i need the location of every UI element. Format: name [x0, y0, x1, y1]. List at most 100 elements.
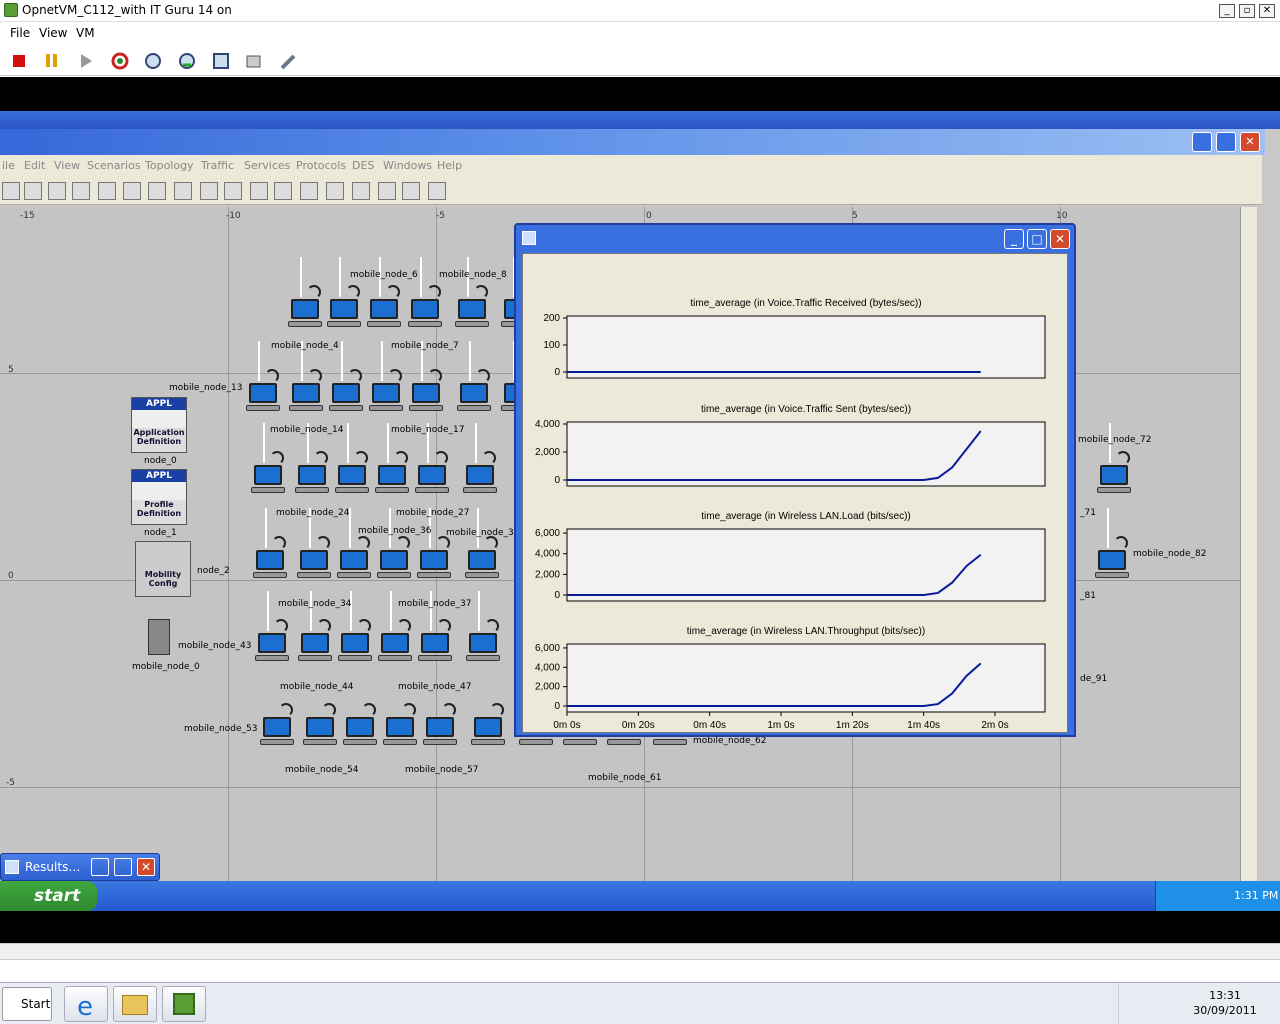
server-icon[interactable]: [148, 619, 170, 655]
mobile-node-icon[interactable]: [334, 423, 369, 493]
mobile-node-icon[interactable]: [422, 703, 457, 745]
info-icon[interactable]: [428, 182, 446, 200]
vne-icon[interactable]: [274, 182, 292, 200]
windows-start-button[interactable]: Start: [2, 987, 52, 1021]
menu-scenarios[interactable]: Scenarios: [87, 159, 141, 172]
menu-des[interactable]: DES: [352, 159, 374, 172]
revert-snapshot-icon[interactable]: [177, 51, 197, 71]
menu-file[interactable]: File: [10, 26, 30, 40]
profile-definition-node[interactable]: APPL Profile Definition: [131, 469, 187, 525]
mobile-node-icon[interactable]: [408, 341, 443, 411]
mobile-node-icon[interactable]: [377, 591, 412, 661]
maximize-button[interactable]: ▫: [1239, 4, 1255, 18]
mobile-node-icon[interactable]: [417, 591, 452, 661]
graph-close-button[interactable]: ✕: [1050, 229, 1070, 249]
mobile-node-icon[interactable]: [294, 423, 329, 493]
print-icon[interactable]: [72, 182, 90, 200]
pause-icon[interactable]: [42, 51, 62, 71]
traffic-light-icon[interactable]: [300, 182, 318, 200]
opnet-minimize-button[interactable]: [1192, 132, 1212, 152]
recover-node-icon[interactable]: [148, 182, 166, 200]
restore-button[interactable]: [91, 858, 109, 876]
configure-run-icon[interactable]: [326, 182, 344, 200]
menu-vm[interactable]: VM: [76, 26, 95, 40]
snapshot-icon[interactable]: [143, 51, 163, 71]
menu-protocols[interactable]: Protocols: [296, 159, 346, 172]
results-graph-window[interactable]: _ □ ✕ time_average (in Voice.Traffic Rec…: [514, 223, 1076, 737]
fail-node-icon[interactable]: [123, 182, 141, 200]
return-to-parent-icon[interactable]: [174, 182, 192, 200]
reset-icon[interactable]: [110, 51, 130, 71]
mobility-config-node[interactable]: Mobility Config: [135, 541, 191, 597]
mobile-node-icon[interactable]: [414, 423, 449, 493]
mobile-node-icon[interactable]: [366, 257, 401, 327]
ace-icon[interactable]: [250, 182, 268, 200]
mobile-node-icon[interactable]: [374, 423, 409, 493]
zoom-out-icon[interactable]: [224, 182, 242, 200]
mobile-node-icon[interactable]: [252, 508, 287, 578]
mobile-node-icon[interactable]: [454, 257, 489, 327]
opnet-maximize-button[interactable]: [1216, 132, 1236, 152]
save-icon[interactable]: [48, 182, 66, 200]
horizontal-scrollbar[interactable]: [0, 943, 1280, 960]
graph-minimize-button[interactable]: _: [1004, 229, 1024, 249]
mobile-node-icon[interactable]: [342, 703, 377, 745]
mobile-node-icon[interactable]: [470, 703, 505, 745]
menu-traffic[interactable]: Traffic: [201, 159, 234, 172]
mobile-node-icon[interactable]: [297, 591, 332, 661]
mobile-node-icon[interactable]: [337, 591, 372, 661]
cut-icon[interactable]: [98, 182, 116, 200]
mobile-node-icon[interactable]: [465, 591, 500, 661]
mobile-node-icon[interactable]: [336, 508, 371, 578]
zoom-in-icon[interactable]: [200, 182, 218, 200]
mobile-node-icon[interactable]: [296, 508, 331, 578]
menu-services[interactable]: Services: [244, 159, 290, 172]
opnet-close-button[interactable]: ✕: [1240, 132, 1260, 152]
mobile-node-icon[interactable]: [245, 341, 280, 411]
mobile-node-icon[interactable]: [416, 508, 451, 578]
graph-maximize-button[interactable]: □: [1027, 229, 1047, 249]
mobile-node-icon[interactable]: [407, 257, 442, 327]
mobile-node-icon[interactable]: [456, 341, 491, 411]
results-taskbar-button[interactable]: Results… ✕: [0, 853, 160, 881]
play-icon[interactable]: [76, 51, 96, 71]
internet-explorer-icon[interactable]: e: [64, 986, 108, 1022]
mobile-node-icon[interactable]: [376, 508, 411, 578]
file-explorer-icon[interactable]: [113, 986, 157, 1022]
xp-start-button[interactable]: start: [0, 881, 97, 911]
statistics-icon[interactable]: [402, 182, 420, 200]
minimize-button[interactable]: _: [1219, 4, 1235, 18]
hide-graphs-icon[interactable]: [378, 182, 396, 200]
menu-windows[interactable]: Windows: [383, 159, 432, 172]
mobile-node-icon[interactable]: [368, 341, 403, 411]
mobile-node-icon[interactable]: [326, 257, 361, 327]
menu-topology[interactable]: Topology: [145, 159, 194, 172]
mobile-node-icon[interactable]: [288, 341, 323, 411]
menu-view[interactable]: View: [54, 159, 80, 172]
mobile-node-icon[interactable]: [328, 341, 363, 411]
menu-view[interactable]: View: [39, 26, 67, 40]
settings-icon[interactable]: [279, 51, 299, 71]
menu-edit[interactable]: Edit: [24, 159, 45, 172]
application-definition-node[interactable]: APPL Application Definition: [131, 397, 187, 453]
mobile-node-icon[interactable]: [302, 703, 337, 745]
mobile-node-icon[interactable]: [259, 703, 294, 745]
new-icon[interactable]: [2, 182, 20, 200]
mobile-node-icon[interactable]: [287, 257, 322, 327]
mobile-node-icon[interactable]: [1094, 508, 1129, 578]
console-view-icon[interactable]: [245, 51, 265, 71]
mobile-node-icon[interactable]: [1096, 423, 1131, 493]
mobile-node-icon[interactable]: [462, 423, 497, 493]
view-results-icon[interactable]: [352, 182, 370, 200]
mobile-node-icon[interactable]: [382, 703, 417, 745]
vertical-scrollbar[interactable]: [1240, 207, 1257, 881]
mobile-node-icon[interactable]: [464, 508, 499, 578]
close-button[interactable]: ✕: [137, 858, 155, 876]
open-icon[interactable]: [24, 182, 42, 200]
maximize-button[interactable]: [114, 858, 132, 876]
snapshot-manager-icon[interactable]: [211, 51, 231, 71]
menu-help[interactable]: Help: [437, 159, 462, 172]
windows-clock[interactable]: 13:31 30/09/2011: [1190, 988, 1260, 1018]
vmware-player-icon[interactable]: [162, 986, 206, 1022]
stop-icon[interactable]: [9, 51, 29, 71]
